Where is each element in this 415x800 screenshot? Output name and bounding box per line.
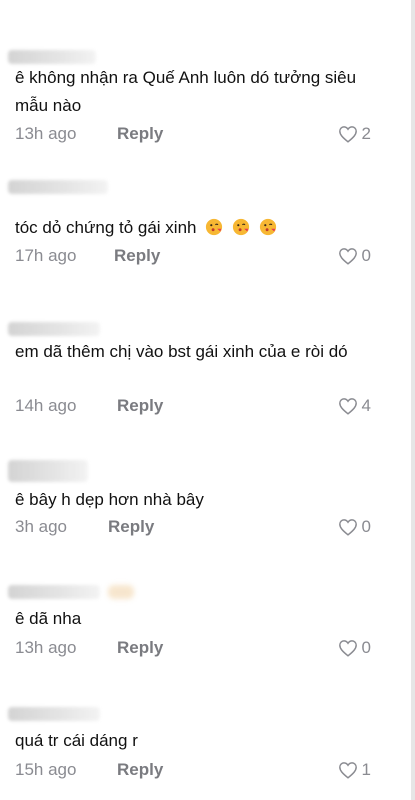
username-blurred[interactable] bbox=[8, 707, 100, 721]
reply-button[interactable]: Reply bbox=[108, 517, 154, 537]
like-count: 2 bbox=[361, 124, 371, 143]
emoji-blurred bbox=[108, 585, 134, 599]
comment-text: tóc dỏ chứng tỏ gái xinh bbox=[15, 214, 385, 242]
heart-icon bbox=[338, 398, 357, 415]
scrollbar[interactable] bbox=[411, 0, 415, 800]
reply-button[interactable]: Reply bbox=[117, 396, 163, 416]
username-blurred[interactable] bbox=[8, 50, 96, 64]
like-button[interactable]: 2 bbox=[338, 124, 371, 144]
reply-button[interactable]: Reply bbox=[117, 760, 163, 780]
like-count: 0 bbox=[361, 246, 371, 265]
reply-button[interactable]: Reply bbox=[117, 124, 163, 144]
heart-icon bbox=[338, 126, 357, 143]
heart-icon bbox=[338, 519, 357, 536]
like-count: 0 bbox=[361, 517, 371, 536]
face-blowing-kiss-icon bbox=[232, 218, 250, 236]
reply-button[interactable]: Reply bbox=[117, 638, 163, 658]
comment-text-body: tóc dỏ chứng tỏ gái xinh bbox=[15, 218, 197, 237]
comment-text: ê không nhận ra Quế Anh luôn dó tưởng si… bbox=[15, 68, 357, 115]
comment-time: 14h ago bbox=[15, 396, 77, 415]
like-button[interactable]: 4 bbox=[338, 396, 371, 416]
heart-icon bbox=[338, 248, 357, 265]
face-blowing-kiss-icon bbox=[259, 218, 276, 236]
username-blurred[interactable] bbox=[8, 180, 108, 194]
comment-text: em dã thêm chị vào bst gái xinh của e rò… bbox=[15, 342, 348, 361]
face-blowing-kiss-icon bbox=[206, 218, 223, 236]
comment-time: 3h ago bbox=[15, 517, 67, 536]
like-button[interactable]: 1 bbox=[338, 760, 371, 780]
reply-button[interactable]: Reply bbox=[114, 246, 160, 266]
comment-time: 15h ago bbox=[15, 760, 77, 779]
comment-time: 17h ago bbox=[15, 246, 77, 265]
like-button[interactable]: 0 bbox=[338, 517, 371, 537]
like-button[interactable]: 0 bbox=[338, 246, 371, 266]
like-count: 4 bbox=[361, 396, 371, 415]
username-blurred[interactable] bbox=[8, 460, 88, 482]
heart-icon bbox=[338, 762, 357, 779]
username-blurred[interactable] bbox=[8, 585, 134, 599]
like-count: 1 bbox=[361, 760, 371, 779]
comment-time: 13h ago bbox=[15, 638, 77, 657]
username-blurred[interactable] bbox=[8, 322, 100, 336]
comment-text: ê bây h dẹp hơn nhà bây bbox=[15, 490, 204, 509]
like-button[interactable]: 0 bbox=[338, 638, 371, 658]
comment-time: 13h ago bbox=[15, 124, 77, 143]
like-count: 0 bbox=[361, 638, 371, 657]
comment-text: quá tr cái dáng r bbox=[15, 731, 138, 750]
comment-text: ê dã nha bbox=[15, 609, 82, 628]
heart-icon bbox=[338, 640, 357, 657]
